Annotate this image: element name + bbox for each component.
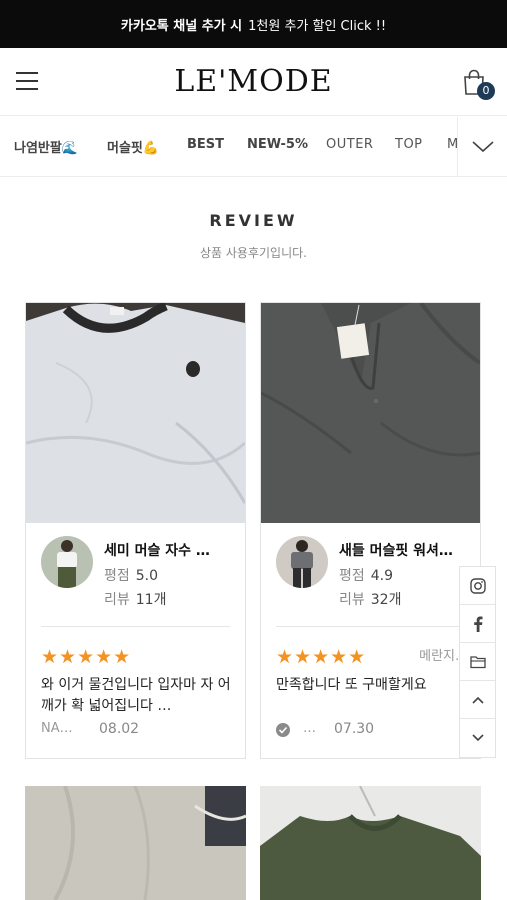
promo-rest-text: 1천원 추가 할인 Click !! xyxy=(248,18,387,34)
rating-value: 4.9 xyxy=(370,568,394,584)
scroll-bottom-button[interactable] xyxy=(460,719,495,757)
chevron-down-icon xyxy=(471,734,484,742)
site-header: LE'MODE 0 xyxy=(0,48,507,116)
product-name[interactable]: 세미 머슬 자수 … xyxy=(104,540,232,560)
product-name[interactable]: 새들 머슬핏 워셔… xyxy=(339,540,467,560)
star-rating: ★★★★★ xyxy=(276,646,367,668)
rating-value: 5.0 xyxy=(135,568,159,584)
rating-label: 평점 xyxy=(104,568,130,584)
cart-count-badge: 0 xyxy=(477,82,495,100)
folder-icon xyxy=(469,655,486,668)
review-date: 07.30 xyxy=(334,721,375,737)
review-count-value: 32개 xyxy=(370,592,402,608)
rating-row: 평점 4.9 xyxy=(339,565,393,585)
review-card[interactable]: 세미 머슬 자수 … 평점 5.0 리뷰 11개 ★★★★★ 와 이거 물건입니다 … xyxy=(25,302,246,759)
divider xyxy=(41,626,230,627)
floating-side-menu xyxy=(459,566,496,758)
review-text[interactable]: 와 이거 물건입니다 입자마 자 어깨가 확 넓어집니다 … xyxy=(41,675,233,717)
beige-pants-photo xyxy=(25,786,246,900)
nav-item-outer[interactable]: OUTER xyxy=(326,137,373,152)
reviewer-avatar xyxy=(41,536,93,588)
rating-label: 평점 xyxy=(339,568,365,584)
review-count-row: 리뷰 11개 xyxy=(104,589,166,609)
review-author: NA… xyxy=(41,721,73,736)
review-count-row: 리뷰 32개 xyxy=(339,589,401,609)
scroll-top-button[interactable] xyxy=(460,681,495,719)
review-count-label: 리뷰 xyxy=(339,592,365,608)
facebook-icon xyxy=(473,616,482,632)
star-rating: ★★★★★ xyxy=(41,646,132,668)
nav-item-new[interactable]: NEW-5% xyxy=(247,137,308,152)
category-nav: 나염반팔🌊 머슬핏💪 BEST NEW-5% OUTER TOP M xyxy=(0,117,507,177)
kakao-promo-banner[interactable]: 카카오톡 채널 추가 시 1천원 추가 할인 Click !! xyxy=(0,0,507,48)
polo-gray-photo xyxy=(261,303,480,523)
nav-expand-button[interactable] xyxy=(457,117,507,176)
rating-row: 평점 5.0 xyxy=(104,565,158,585)
review-date: 08.02 xyxy=(99,721,140,737)
review-subtitle: 상품 사용후기입니다. xyxy=(200,246,307,260)
review-card-partial[interactable] xyxy=(260,786,481,900)
review-card[interactable]: 새들 머슬핏 워셔… 평점 4.9 리뷰 32개 ★★★★★ 메란지… 만족합니다 … xyxy=(260,302,481,759)
promo-bold-text: 카카오톡 채널 추가 시 xyxy=(120,18,243,34)
site-logo[interactable]: LE'MODE xyxy=(0,64,507,99)
nav-item-printed-tee[interactable]: 나염반팔🌊 xyxy=(14,137,78,156)
review-card-partial[interactable] xyxy=(25,786,246,900)
chevron-down-icon xyxy=(471,141,494,153)
review-title: REVIEW xyxy=(209,211,298,230)
instagram-icon xyxy=(469,577,486,594)
nav-item-top[interactable]: TOP xyxy=(395,137,423,152)
review-author: … xyxy=(303,721,316,736)
folder-button[interactable] xyxy=(460,643,495,681)
review-count-label: 리뷰 xyxy=(104,592,130,608)
reviewer-avatar xyxy=(276,536,328,588)
tshirt-white-photo xyxy=(26,303,245,523)
olive-tshirt-photo xyxy=(260,786,481,900)
review-count-value: 11개 xyxy=(135,592,167,608)
nav-item-best[interactable]: BEST xyxy=(187,137,224,152)
review-photo[interactable] xyxy=(26,303,245,523)
divider xyxy=(276,626,465,627)
facebook-button[interactable] xyxy=(460,605,495,643)
verified-check-icon xyxy=(276,723,290,737)
instagram-button[interactable] xyxy=(460,567,495,605)
review-photo[interactable] xyxy=(261,303,480,523)
chevron-up-icon xyxy=(471,696,484,704)
nav-item-muscle-fit[interactable]: 머슬핏💪 xyxy=(107,137,159,156)
cart-button[interactable]: 0 xyxy=(461,68,495,100)
review-text[interactable]: 만족합니다 또 구매할게요 xyxy=(276,675,468,696)
